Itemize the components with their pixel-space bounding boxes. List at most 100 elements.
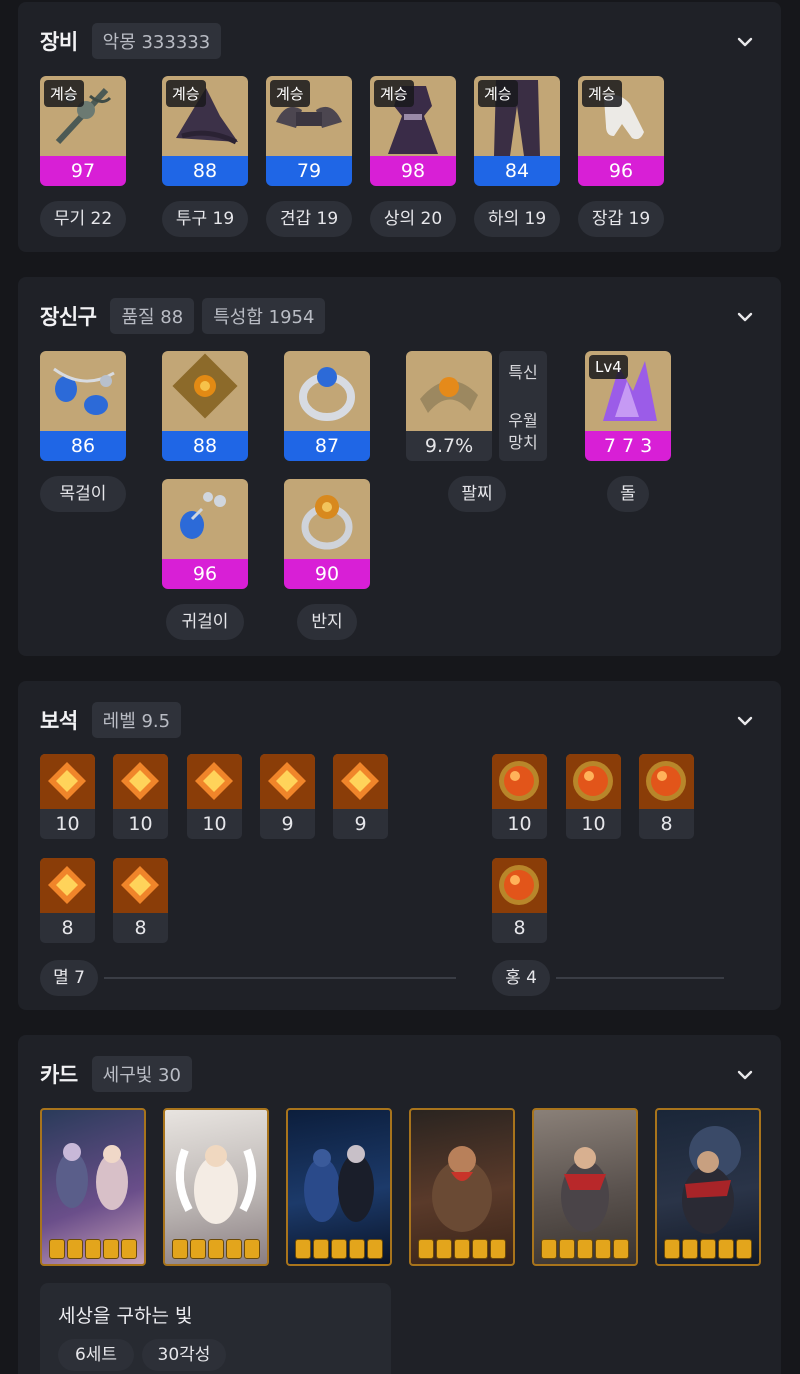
card-slot[interactable] xyxy=(532,1108,638,1266)
stone-level-tag: Lv4 xyxy=(589,355,628,379)
quality-value: 79 xyxy=(266,156,352,186)
annihilation-gem[interactable]: 9 xyxy=(333,754,388,839)
equipment-item-weapon[interactable]: 계승 97 xyxy=(40,76,126,186)
crimson-gem[interactable]: 8 xyxy=(492,858,547,943)
equipment-label: 투구 19 xyxy=(162,201,248,237)
annihilation-gem-icon xyxy=(113,754,168,809)
quality-value: 96 xyxy=(578,156,664,186)
equipment-item-helmet[interactable]: 계승 88 xyxy=(162,76,248,186)
equipment-label: 무기 22 xyxy=(40,201,126,237)
equipment-section: 장비 악몽 333333 계승 97 무기 22 계승 88 투구 19 계승 … xyxy=(18,2,781,252)
card-set-panel: 세상을 구하는 빛 6세트 30각성 xyxy=(40,1283,391,1374)
crimson-gem[interactable]: 8 xyxy=(639,754,694,839)
annihilation-gem-icon xyxy=(113,858,168,913)
annihilation-gem[interactable]: 8 xyxy=(40,858,95,943)
accessory-earring-2[interactable]: 96 xyxy=(162,479,248,589)
inherit-tag: 계승 xyxy=(44,80,84,107)
card-set-badge: 세구빛 30 xyxy=(91,1056,192,1092)
necklace-icon xyxy=(40,351,126,431)
earring-icon xyxy=(162,351,248,431)
card-awakening-stars xyxy=(42,1239,144,1259)
annihilation-gem-icon xyxy=(187,754,242,809)
gem-level: 10 xyxy=(113,809,168,839)
equipment-item-chest[interactable]: 계승 98 xyxy=(370,76,456,186)
accessory-ring-1[interactable]: 87 xyxy=(284,351,370,461)
chevron-down-icon[interactable] xyxy=(735,1065,755,1085)
card-slot[interactable] xyxy=(163,1108,269,1266)
quality-value: 96 xyxy=(162,559,248,589)
annihilation-summary: 멸 7 xyxy=(40,960,98,996)
inherit-tag: 계승 xyxy=(582,80,622,107)
cards-title: 카드 xyxy=(40,1063,78,1087)
quality-value: 84 xyxy=(474,156,560,186)
annihilation-gem[interactable]: 10 xyxy=(40,754,95,839)
annihilation-gem[interactable]: 10 xyxy=(113,754,168,839)
quality-value: 90 xyxy=(284,559,370,589)
inherit-tag: 계승 xyxy=(166,80,206,107)
card-awakening-count: 30각성 xyxy=(142,1339,226,1371)
bracelet-icon xyxy=(406,351,492,431)
bracelet-stat-2a: 우월 xyxy=(508,411,538,430)
inherit-tag: 계승 xyxy=(374,80,414,107)
card-slot[interactable] xyxy=(409,1108,515,1266)
stone-label: 돌 xyxy=(607,476,649,512)
chevron-down-icon[interactable] xyxy=(735,307,755,327)
crimson-gem-icon xyxy=(492,858,547,913)
card-slot[interactable] xyxy=(286,1108,392,1266)
accessory-necklace[interactable]: 86 xyxy=(40,351,126,461)
earring-icon xyxy=(162,479,248,559)
card-awakening-stars xyxy=(534,1239,636,1259)
equipment-item-gloves[interactable]: 계승 96 xyxy=(578,76,664,186)
card-awakening-stars xyxy=(165,1239,267,1259)
quality-value: 97 xyxy=(40,156,126,186)
card-slot[interactable] xyxy=(40,1108,146,1266)
bracelet-value: 9.7% xyxy=(406,431,492,461)
chevron-down-icon[interactable] xyxy=(735,711,755,731)
bracelet-stat-1: 특신 xyxy=(508,363,538,382)
equipment-label: 장갑 19 xyxy=(578,201,664,237)
annihilation-gem[interactable]: 8 xyxy=(113,858,168,943)
divider-line xyxy=(556,977,724,979)
gem-level: 9 xyxy=(333,809,388,839)
card-set-title: 세상을 구하는 빛 xyxy=(58,1305,193,1327)
stats-badge: 특성합 1954 xyxy=(202,298,326,334)
stone-value: 7 7 3 xyxy=(585,431,671,461)
chevron-down-icon[interactable] xyxy=(735,32,755,52)
annihilation-gem-icon xyxy=(333,754,388,809)
gem-level: 8 xyxy=(639,809,694,839)
equipment-label: 상의 20 xyxy=(370,201,456,237)
annihilation-gem[interactable]: 9 xyxy=(260,754,315,839)
quality-badge: 품질 88 xyxy=(110,298,195,334)
accessory-bracelet[interactable]: 9.7% xyxy=(406,351,492,461)
equipment-item-shoulder[interactable]: 계승 79 xyxy=(266,76,352,186)
crimson-gem[interactable]: 10 xyxy=(566,754,621,839)
equipment-header: 장비 악몽 333333 xyxy=(40,23,222,59)
card-awakening-stars xyxy=(411,1239,513,1259)
gems-section: 보석 레벨 9.5 10 10 10 9 9 8 8 멸 7 10 10 8 8… xyxy=(18,681,781,1010)
accessory-earring-1[interactable]: 88 xyxy=(162,351,248,461)
equipment-label: 하의 19 xyxy=(474,201,560,237)
crimson-summary: 홍 4 xyxy=(492,960,550,996)
gem-level: 10 xyxy=(187,809,242,839)
ability-stone[interactable]: Lv4 7 7 3 xyxy=(585,351,671,461)
ring-label: 반지 xyxy=(297,604,357,640)
earring-label: 귀걸이 xyxy=(166,604,244,640)
equipment-item-pants[interactable]: 계승 84 xyxy=(474,76,560,186)
crimson-gem-icon xyxy=(492,754,547,809)
annihilation-gem-icon xyxy=(40,754,95,809)
accessories-title: 장신구 xyxy=(40,305,97,329)
card-slot[interactable] xyxy=(655,1108,761,1266)
crimson-gem-icon xyxy=(566,754,621,809)
inherit-tag: 계승 xyxy=(478,80,518,107)
ring-icon xyxy=(284,479,370,559)
gems-header: 보석 레벨 9.5 xyxy=(40,702,182,738)
crimson-gem[interactable]: 10 xyxy=(492,754,547,839)
quality-value: 86 xyxy=(40,431,126,461)
gem-level-badge: 레벨 9.5 xyxy=(91,702,182,738)
equipment-label: 견갑 19 xyxy=(266,201,352,237)
accessory-ring-2[interactable]: 90 xyxy=(284,479,370,589)
gems-title: 보석 xyxy=(40,709,78,733)
gem-level: 8 xyxy=(113,913,168,943)
annihilation-gem[interactable]: 10 xyxy=(187,754,242,839)
gem-level: 10 xyxy=(492,809,547,839)
